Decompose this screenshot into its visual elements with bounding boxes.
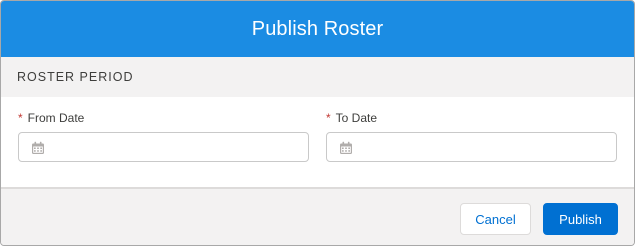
publish-button[interactable]: Publish: [543, 203, 618, 235]
required-marker: *: [18, 111, 23, 125]
section-title: ROSTER PERIOD: [17, 70, 134, 84]
cancel-button[interactable]: Cancel: [460, 203, 531, 235]
modal-header: Publish Roster: [1, 1, 634, 57]
required-marker: *: [326, 111, 331, 125]
from-date-field: * From Date: [18, 109, 309, 162]
modal-title: Publish Roster: [251, 17, 384, 40]
to-date-input[interactable]: [326, 132, 617, 162]
to-date-field: * To Date: [326, 109, 617, 162]
from-date-label-row: * From Date: [18, 109, 309, 127]
from-date-input[interactable]: [18, 132, 309, 162]
to-date-label: To Date: [335, 111, 378, 125]
from-date-label: From Date: [27, 111, 85, 125]
calendar-icon[interactable]: [31, 141, 45, 155]
publish-roster-modal: Publish Roster ROSTER PERIOD * From Date: [0, 0, 635, 246]
modal-footer: Cancel Publish: [1, 187, 634, 245]
modal-body: * From Date * To Date: [1, 97, 634, 187]
to-date-label-row: * To Date: [326, 109, 617, 127]
calendar-icon[interactable]: [339, 141, 353, 155]
section-header: ROSTER PERIOD: [1, 57, 634, 97]
